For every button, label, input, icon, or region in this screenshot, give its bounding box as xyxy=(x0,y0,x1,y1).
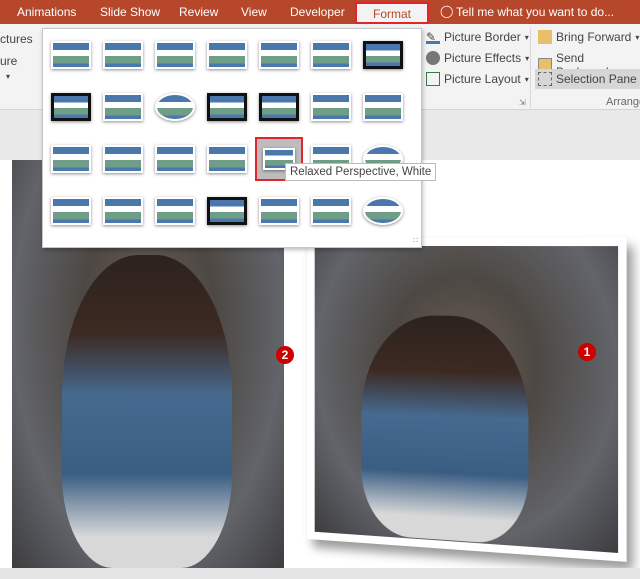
picture-layout-label: Picture Layout xyxy=(444,72,521,86)
bring-forward-button[interactable]: Bring Forward ▾ xyxy=(538,30,639,44)
tab-format[interactable]: Format xyxy=(355,2,429,24)
picture-style-option[interactable] xyxy=(309,35,353,75)
picture-style-option[interactable] xyxy=(49,87,93,127)
selection-pane-button[interactable]: Selection Pane xyxy=(535,69,640,89)
style-thumbnail-icon xyxy=(103,145,143,173)
picture-styles-gallery: ∷ xyxy=(42,28,422,248)
picture-style-option[interactable] xyxy=(153,191,197,231)
tab-developer[interactable]: Developer xyxy=(290,5,345,19)
bring-forward-icon xyxy=(538,30,552,44)
picture-style-option[interactable] xyxy=(101,191,145,231)
woman-figure xyxy=(361,314,529,546)
style-thumbnail-icon xyxy=(311,41,351,69)
picture-style-option[interactable] xyxy=(361,35,405,75)
style-thumbnail-icon xyxy=(259,93,299,121)
dropdown-arrow-icon[interactable]: ▾ xyxy=(6,72,10,81)
bring-forward-label: Bring Forward xyxy=(556,30,632,44)
callout-badge-1: 1 xyxy=(578,343,596,361)
style-thumbnail-icon xyxy=(51,41,91,69)
picture-style-option[interactable] xyxy=(205,87,249,127)
picture-style-option[interactable] xyxy=(309,87,353,127)
lightbulb-icon: ◯ xyxy=(440,4,454,18)
callout-badge-2: 2 xyxy=(276,346,294,364)
picture-styled-relaxed-perspective[interactable] xyxy=(307,237,627,562)
layout-icon xyxy=(426,72,440,86)
status-bar xyxy=(0,568,640,579)
picture-style-option[interactable] xyxy=(153,35,197,75)
selection-pane-label: Selection Pane xyxy=(556,72,637,86)
picture-style-option[interactable] xyxy=(153,87,197,127)
style-thumbnail-icon xyxy=(207,145,247,173)
style-thumbnail-icon xyxy=(311,93,351,121)
tell-me-search[interactable]: Tell me what you want to do... xyxy=(456,5,614,19)
picture-style-option[interactable] xyxy=(49,191,93,231)
style-thumbnail-icon xyxy=(51,93,91,121)
style-tooltip: Relaxed Perspective, White xyxy=(285,163,437,181)
picture-style-option[interactable] xyxy=(205,139,249,179)
picture-style-option[interactable] xyxy=(101,139,145,179)
arrange-group-label: Arrange xyxy=(606,96,640,108)
selection-pane-icon xyxy=(538,72,552,86)
style-thumbnail-icon xyxy=(207,197,247,225)
dialog-launcher-icon[interactable]: ⇲ xyxy=(519,98,526,107)
style-thumbnail-icon xyxy=(363,93,403,121)
group-divider xyxy=(530,28,531,108)
style-thumbnail-icon xyxy=(155,197,195,225)
style-thumbnail-icon xyxy=(103,197,143,225)
pencil-icon: ✎ xyxy=(426,30,440,44)
style-thumbnail-icon xyxy=(311,197,351,225)
picture-style-option[interactable] xyxy=(205,35,249,75)
style-thumbnail-icon xyxy=(51,145,91,173)
picture-style-option[interactable] xyxy=(361,87,405,127)
picture-style-option[interactable] xyxy=(101,87,145,127)
picture-style-option[interactable] xyxy=(49,139,93,179)
picture-style-option[interactable] xyxy=(361,191,405,231)
change-picture-button[interactable]: ctures xyxy=(0,32,33,46)
style-thumbnail-icon xyxy=(155,41,195,69)
style-thumbnail-icon xyxy=(155,93,195,121)
picture-style-option[interactable] xyxy=(257,191,301,231)
tab-slide-show[interactable]: Slide Show xyxy=(100,5,160,19)
style-thumbnail-icon xyxy=(207,41,247,69)
picture-style-option[interactable] xyxy=(257,35,301,75)
style-thumbnail-icon xyxy=(103,41,143,69)
picture-effects-button[interactable]: Picture Effects ▾ xyxy=(426,51,529,65)
picture-layout-button[interactable]: Picture Layout ▾ xyxy=(426,72,529,86)
effects-icon xyxy=(426,51,440,65)
picture-effects-label: Picture Effects xyxy=(444,51,522,65)
woman-figure xyxy=(62,255,232,568)
picture-style-option[interactable] xyxy=(101,35,145,75)
reset-picture-button[interactable]: ure xyxy=(0,54,17,68)
picture-style-option[interactable] xyxy=(205,191,249,231)
picture-content xyxy=(314,245,619,553)
resize-grip-icon[interactable]: ∷ xyxy=(413,236,418,245)
style-thumbnail-icon xyxy=(51,197,91,225)
ribbon-tabs: Animations Slide Show Review View Develo… xyxy=(0,0,640,24)
tab-animations[interactable]: Animations xyxy=(17,5,76,19)
style-thumbnail-icon xyxy=(363,197,403,225)
style-thumbnail-icon xyxy=(259,41,299,69)
style-thumbnail-icon xyxy=(363,41,403,69)
style-thumbnail-icon xyxy=(155,145,195,173)
picture-border-label: Picture Border xyxy=(444,30,521,44)
picture-style-option[interactable] xyxy=(257,87,301,127)
picture-border-button[interactable]: ✎ Picture Border ▾ xyxy=(426,30,529,44)
tab-view[interactable]: View xyxy=(241,5,267,19)
tab-review[interactable]: Review xyxy=(179,5,218,19)
picture-style-option[interactable] xyxy=(153,139,197,179)
style-thumbnail-icon xyxy=(259,197,299,225)
picture-style-option[interactable] xyxy=(309,191,353,231)
style-thumbnail-icon xyxy=(207,93,247,121)
picture-style-option[interactable] xyxy=(49,35,93,75)
style-thumbnail-icon xyxy=(103,93,143,121)
